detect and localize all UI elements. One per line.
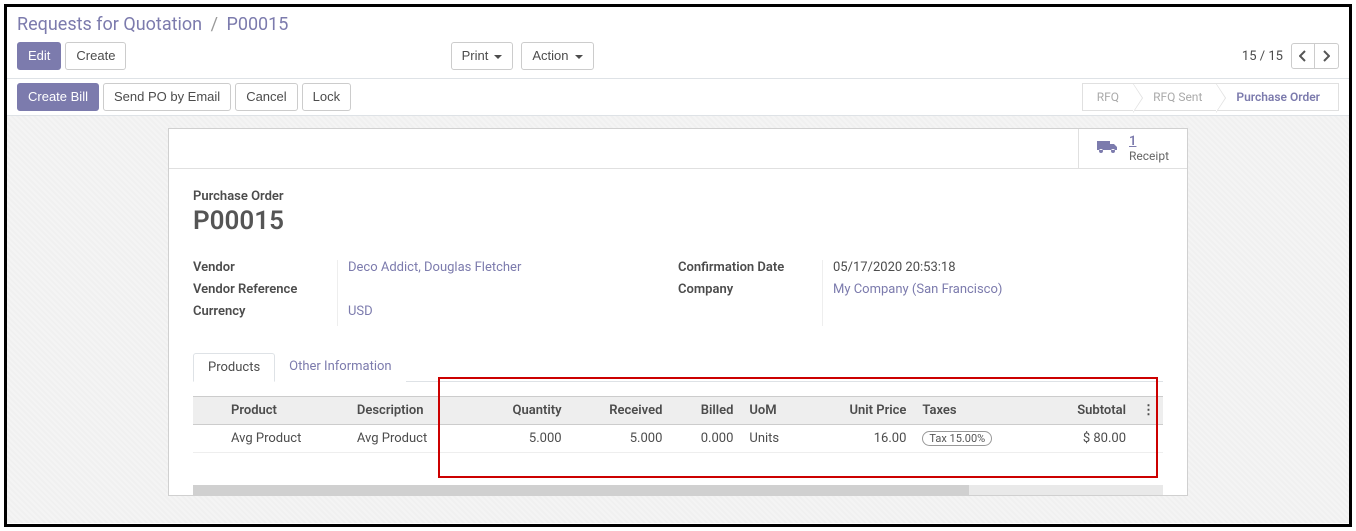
th-received[interactable]: Received bbox=[570, 397, 671, 425]
form-background: 1 Receipt Purchase Order P00015 Vendor V… bbox=[7, 116, 1349, 523]
order-lines-table: Product Description Quantity Received Bi… bbox=[193, 396, 1163, 453]
receipt-label: Receipt bbox=[1129, 150, 1169, 162]
th-billed[interactable]: Billed bbox=[670, 397, 741, 425]
cell-unit-price: 16.00 bbox=[808, 425, 914, 453]
vendor-label: Vendor bbox=[193, 260, 327, 282]
receipt-stat-button[interactable]: 1 Receipt bbox=[1078, 129, 1187, 168]
horizontal-scrollbar[interactable] bbox=[193, 485, 1163, 495]
breadcrumb-current: P00015 bbox=[226, 14, 288, 35]
pager: 15 / 15 bbox=[1242, 43, 1339, 69]
cell-billed: 0.000 bbox=[670, 425, 741, 453]
action-bar: Create Bill Send PO by Email Cancel Lock… bbox=[7, 78, 1349, 116]
th-quantity[interactable]: Quantity bbox=[475, 397, 570, 425]
cell-uom: Units bbox=[741, 425, 808, 453]
action-dropdown[interactable]: Action bbox=[521, 42, 593, 70]
breadcrumb-root[interactable]: Requests for Quotation bbox=[17, 14, 202, 35]
kebab-icon: ⋮ bbox=[1142, 403, 1155, 418]
pager-text: 15 / 15 bbox=[1242, 49, 1283, 64]
lock-button[interactable]: Lock bbox=[302, 83, 351, 111]
th-taxes[interactable]: Taxes bbox=[914, 397, 1039, 425]
confirmation-date-label: Confirmation Date bbox=[678, 260, 812, 282]
th-options[interactable]: ⋮ bbox=[1134, 397, 1163, 425]
vendor-value[interactable]: Deco Addict, Douglas Fletcher bbox=[348, 260, 521, 282]
table-row[interactable]: Avg Product Avg Product 5.000 5.000 0.00… bbox=[193, 425, 1163, 453]
create-button[interactable]: Create bbox=[65, 42, 126, 70]
order-lines-table-wrap: Product Description Quantity Received Bi… bbox=[193, 396, 1163, 453]
company-label: Company bbox=[678, 282, 812, 304]
status-purchase-order[interactable]: Purchase Order bbox=[1216, 83, 1339, 111]
table-header-row: Product Description Quantity Received Bi… bbox=[193, 397, 1163, 425]
page-title: P00015 bbox=[193, 206, 1163, 236]
breadcrumb: Requests for Quotation / P00015 bbox=[7, 7, 1349, 38]
tab-products[interactable]: Products bbox=[193, 353, 275, 382]
status-rfq-sent[interactable]: RFQ Sent bbox=[1133, 83, 1216, 111]
th-description[interactable]: Description bbox=[349, 397, 475, 425]
create-bill-button[interactable]: Create Bill bbox=[17, 83, 99, 111]
tabs: Products Other Information bbox=[193, 352, 1163, 382]
th-handle bbox=[193, 397, 223, 425]
th-subtotal[interactable]: Subtotal bbox=[1040, 397, 1135, 425]
confirmation-date-value: 05/17/2020 20:53:18 bbox=[833, 260, 1002, 282]
cell-product: Avg Product bbox=[223, 425, 349, 453]
pager-prev[interactable] bbox=[1291, 43, 1315, 69]
control-row: Edit Create Print Action 15 / 15 bbox=[7, 38, 1349, 78]
send-po-button[interactable]: Send PO by Email bbox=[103, 83, 231, 111]
th-unit-price[interactable]: Unit Price bbox=[808, 397, 914, 425]
form-sheet: 1 Receipt Purchase Order P00015 Vendor V… bbox=[168, 128, 1188, 496]
vendor-ref-value bbox=[348, 282, 521, 304]
currency-label: Currency bbox=[193, 304, 327, 326]
print-dropdown[interactable]: Print bbox=[451, 42, 514, 70]
vendor-ref-label: Vendor Reference bbox=[193, 282, 327, 304]
th-product[interactable]: Product bbox=[223, 397, 349, 425]
cancel-button[interactable]: Cancel bbox=[235, 83, 297, 111]
receipt-count: 1 bbox=[1129, 135, 1169, 148]
cell-quantity: 5.000 bbox=[475, 425, 570, 453]
th-uom[interactable]: UoM bbox=[741, 397, 808, 425]
page-title-label: Purchase Order bbox=[193, 189, 1163, 204]
cell-received: 5.000 bbox=[570, 425, 671, 453]
stat-buttons: 1 Receipt bbox=[169, 129, 1187, 169]
cell-taxes: Tax 15.00% bbox=[914, 425, 1039, 453]
cell-subtotal: $ 80.00 bbox=[1040, 425, 1135, 453]
chevron-left-icon bbox=[1299, 50, 1307, 62]
status-rfq[interactable]: RFQ bbox=[1082, 83, 1133, 111]
breadcrumb-separator: / bbox=[211, 14, 218, 35]
tax-tag: Tax 15.00% bbox=[922, 431, 992, 446]
chevron-right-icon bbox=[1322, 50, 1330, 62]
truck-icon bbox=[1097, 139, 1119, 159]
currency-value[interactable]: USD bbox=[348, 304, 521, 326]
cell-description: Avg Product bbox=[349, 425, 475, 453]
edit-button[interactable]: Edit bbox=[17, 42, 61, 70]
status-bar: RFQ RFQ Sent Purchase Order bbox=[1082, 83, 1339, 111]
tab-other-information[interactable]: Other Information bbox=[275, 353, 405, 382]
company-value[interactable]: My Company (San Francisco) bbox=[833, 282, 1002, 304]
pager-next[interactable] bbox=[1315, 43, 1339, 69]
scrollbar-thumb[interactable] bbox=[193, 485, 969, 495]
